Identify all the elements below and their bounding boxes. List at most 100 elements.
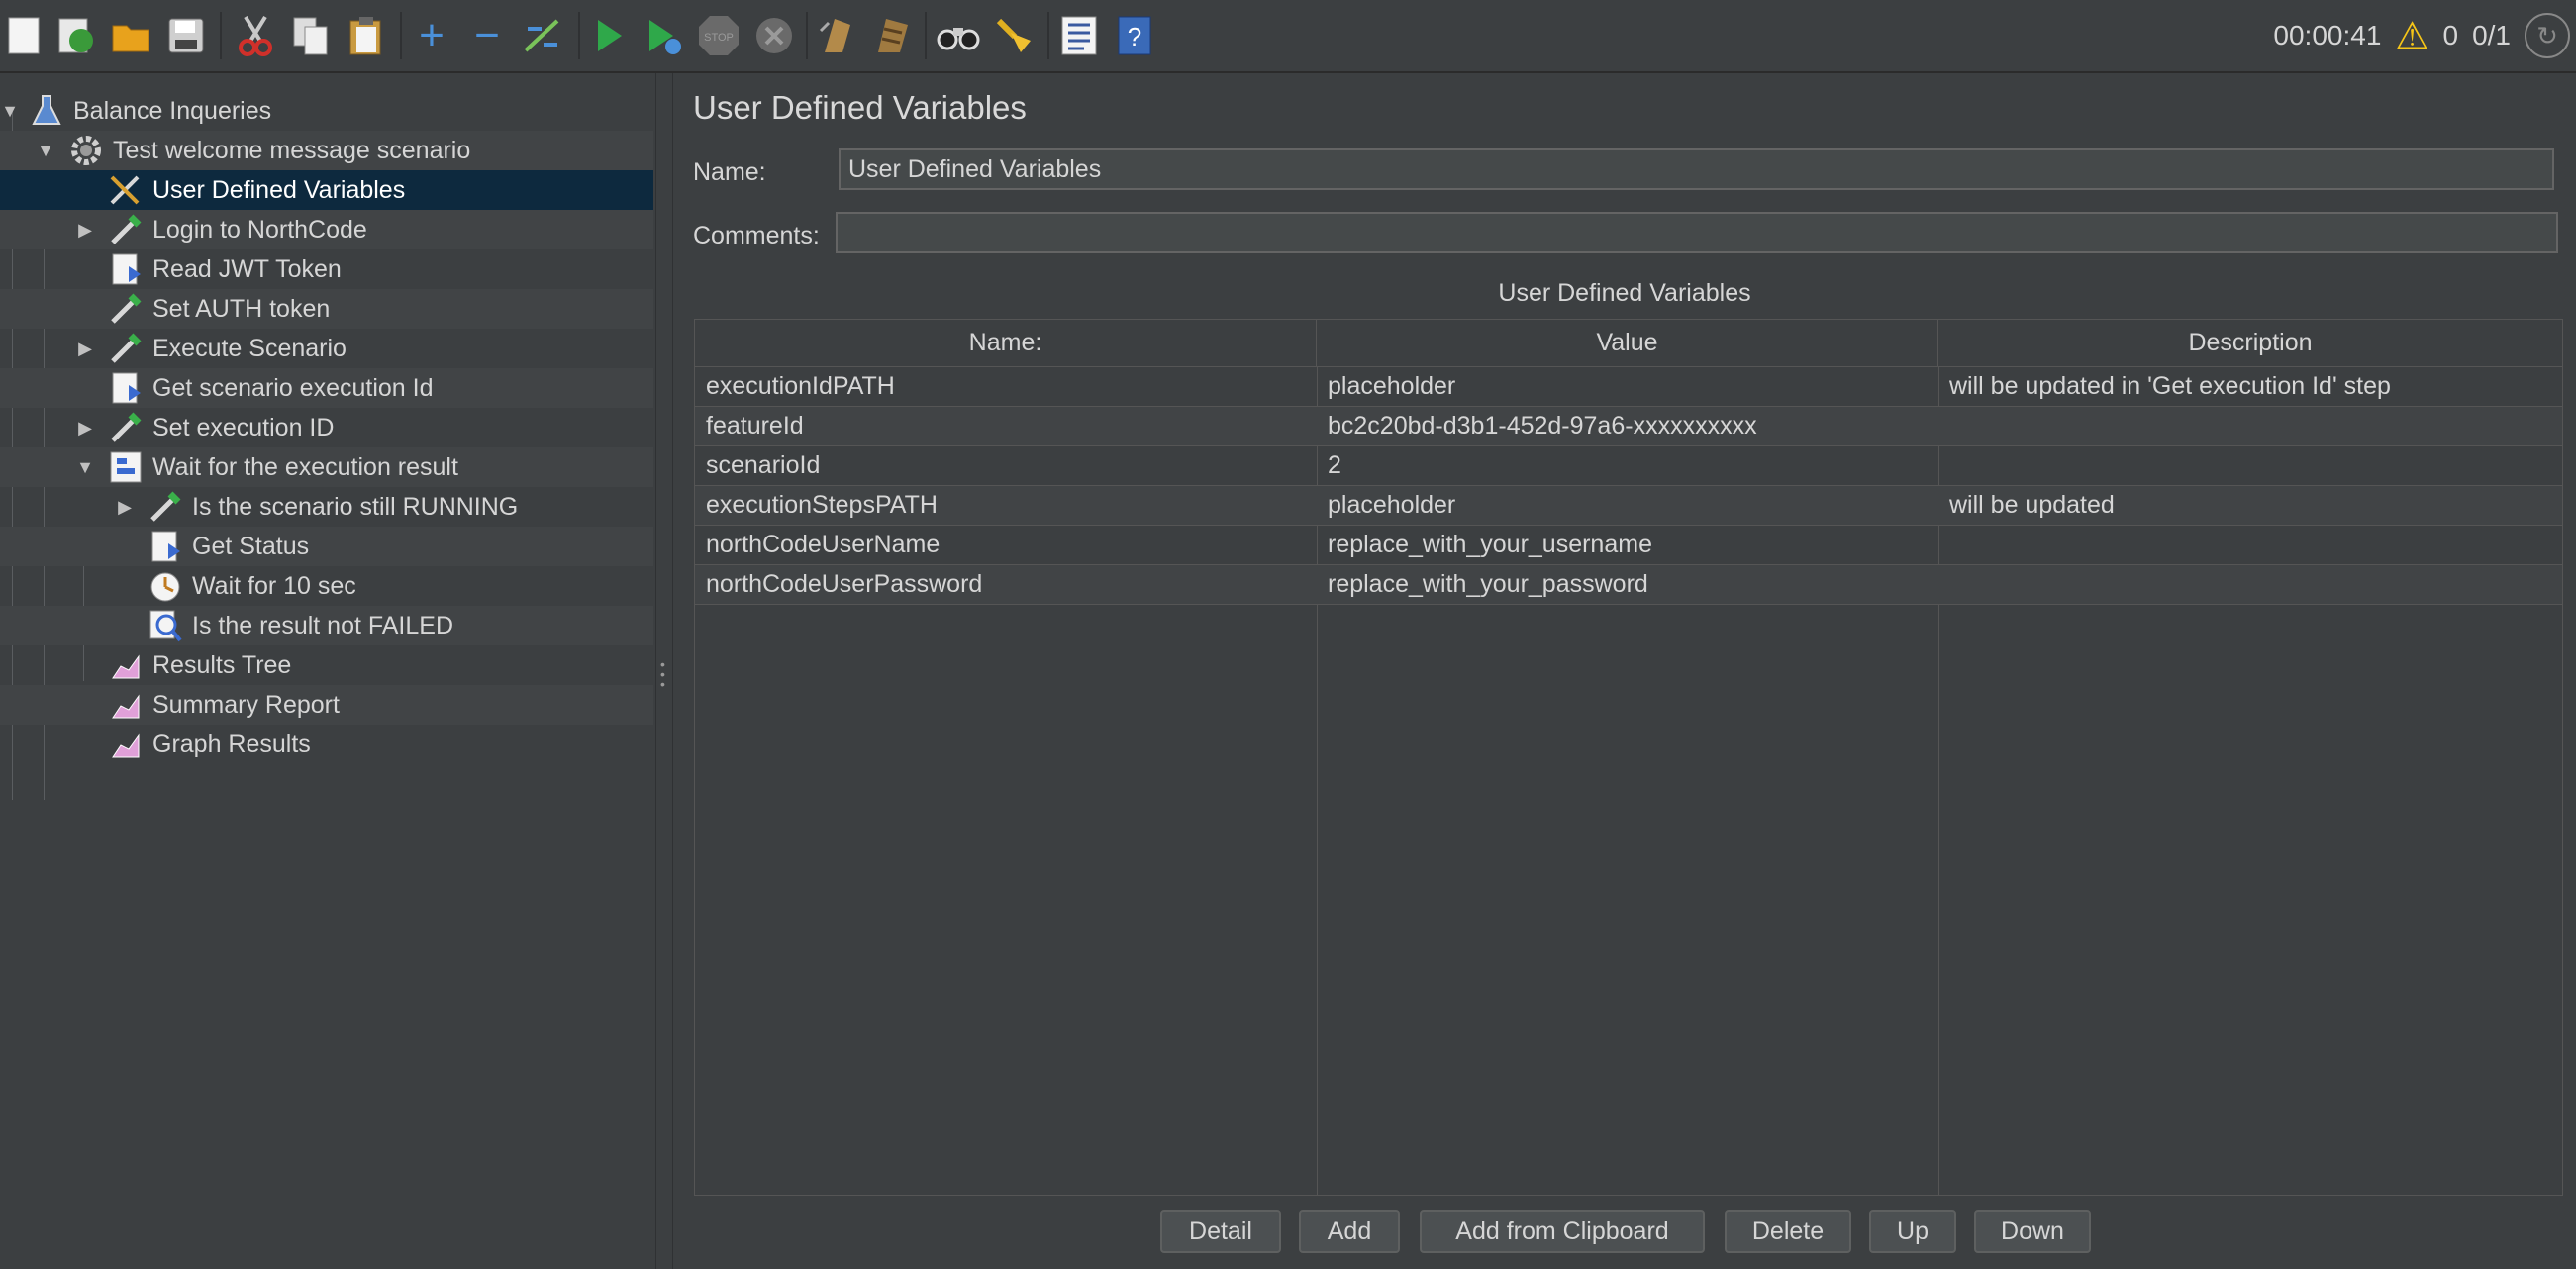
log-viewer-icon[interactable]: ↻ (2525, 13, 2570, 58)
table-row[interactable]: executionIdPATH placeholder will be upda… (695, 367, 2562, 407)
tree-item-set-auth[interactable]: Set AUTH token (0, 289, 653, 329)
paste-icon[interactable] (343, 10, 390, 61)
variable-name-cell[interactable]: scenarioId (695, 446, 820, 485)
tree-item-test-plan[interactable]: ▼ Balance Inqueries (0, 91, 653, 131)
templates-icon[interactable] (51, 10, 99, 61)
column-header-name[interactable]: Name: (695, 320, 1317, 367)
tree-item-get-execution-id[interactable]: Get scenario execution Id (0, 368, 653, 408)
tree-item-label: Get scenario execution Id (152, 373, 434, 402)
tree-item-login[interactable]: ▶ Login to NorthCode (0, 210, 653, 249)
open-icon[interactable] (107, 10, 154, 61)
script-icon (107, 251, 145, 287)
variable-name-cell[interactable]: executionIdPATH (695, 367, 895, 406)
variable-value-cell[interactable]: placeholder (1317, 486, 1455, 525)
down-button[interactable]: Down (1974, 1210, 2091, 1253)
variable-description-cell[interactable]: will be updated in 'Get execution Id' st… (1938, 367, 2391, 406)
start-icon[interactable] (584, 10, 632, 61)
gear-icon (67, 133, 105, 168)
tree-item-label: Read JWT Token (152, 254, 342, 283)
expand-icon[interactable]: + (408, 10, 455, 61)
variable-name-cell[interactable]: northCodeUserPassword (695, 565, 982, 604)
function-helper-icon[interactable] (1055, 10, 1103, 61)
new-icon[interactable] (0, 10, 48, 61)
column-header-description[interactable]: Description (1938, 320, 2562, 367)
tree-item-thread-group[interactable]: ▼ Test welcome message scenario (0, 131, 653, 170)
help-icon[interactable]: ? (1111, 10, 1158, 61)
search-icon[interactable] (935, 10, 982, 61)
tools-icon (107, 172, 145, 208)
shutdown-icon[interactable] (750, 10, 798, 61)
tree-item-label: Is the result not FAILED (192, 611, 454, 639)
tree-item-summary-report[interactable]: Summary Report (0, 685, 653, 725)
listener-icon (107, 647, 145, 683)
copy-icon[interactable] (287, 10, 335, 61)
tree-item-label: Results Tree (152, 650, 292, 679)
variable-description-cell[interactable] (1938, 526, 1949, 564)
flask-icon (28, 93, 65, 129)
up-button[interactable]: Up (1869, 1210, 1956, 1253)
tree-item-get-status[interactable]: Get Status (0, 527, 653, 566)
clear-icon[interactable] (814, 10, 861, 61)
tree-item-wait-for-result[interactable]: ▼ Wait for the execution result (0, 447, 653, 487)
table-row[interactable]: executionStepsPATH placeholder will be u… (695, 486, 2562, 526)
table-row[interactable]: northCodeUserName replace_with_your_user… (695, 526, 2562, 565)
start-no-pause-icon[interactable] (640, 10, 687, 61)
tree-item-execute-scenario[interactable]: ▶ Execute Scenario (0, 329, 653, 368)
variable-value-cell[interactable]: 2 (1317, 446, 1341, 485)
comments-field[interactable] (836, 212, 2558, 253)
delete-button[interactable]: Delete (1725, 1210, 1851, 1253)
variable-name-cell[interactable]: northCodeUserName (695, 526, 940, 564)
cut-icon[interactable] (232, 10, 279, 61)
tree-item-graph-results[interactable]: Graph Results (0, 725, 653, 764)
elapsed-timer: 00:00:41 (2273, 20, 2382, 50)
detail-button[interactable]: Detail (1160, 1210, 1281, 1253)
table-row[interactable]: scenarioId 2 (695, 446, 2562, 486)
clear-all-icon[interactable] (869, 10, 917, 61)
name-field[interactable] (839, 148, 2554, 190)
variable-value-cell[interactable]: placeholder (1317, 367, 1455, 406)
tree-item-read-jwt[interactable]: Read JWT Token (0, 249, 653, 289)
tree-item-set-execution-id[interactable]: ▶ Set execution ID (0, 408, 653, 447)
drag-handle-icon[interactable]: • • • (660, 657, 666, 691)
svg-text:STOP: STOP (704, 32, 734, 44)
tree-item-user-defined-variables[interactable]: User Defined Variables (0, 170, 653, 210)
listener-icon (107, 727, 145, 762)
variable-description-cell[interactable]: will be updated (1938, 486, 2115, 525)
collapse-arrow-icon[interactable]: ▼ (75, 457, 95, 478)
while-controller-icon (107, 449, 145, 485)
column-header-value[interactable]: Value (1317, 320, 1938, 367)
save-icon[interactable] (162, 10, 210, 61)
toggle-icon[interactable] (519, 10, 566, 61)
table-row[interactable]: northCodeUserPassword replace_with_your_… (695, 565, 2562, 605)
add-button[interactable]: Add (1299, 1210, 1400, 1253)
pipette-icon (147, 489, 184, 525)
variable-value-cell[interactable]: bc2c20bd-d3b1-452d-97a6-xxxxxxxxxx (1317, 407, 1757, 445)
collapse-arrow-icon[interactable]: ▼ (36, 141, 55, 161)
tree-item-wait-10-sec[interactable]: Wait for 10 sec (0, 566, 653, 606)
tree-item-is-running[interactable]: ▶ Is the scenario still RUNNING (0, 487, 653, 527)
expand-arrow-icon[interactable]: ▶ (115, 497, 135, 518)
variable-description-cell[interactable] (1938, 565, 1949, 604)
warning-icon[interactable]: ⚠ (2395, 14, 2428, 58)
reset-search-icon[interactable] (990, 10, 1038, 61)
collapse-icon[interactable]: − (463, 10, 511, 61)
expand-arrow-icon[interactable]: ▶ (75, 418, 95, 439)
script-icon (107, 370, 145, 406)
table-row[interactable]: featureId bc2c20bd-d3b1-452d-97a6-xxxxxx… (695, 407, 2562, 446)
tree-item-results-tree[interactable]: Results Tree (0, 645, 653, 685)
variable-description-cell[interactable] (1938, 407, 1949, 445)
variable-description-cell[interactable] (1938, 446, 1949, 485)
tree-item-not-failed[interactable]: Is the result not FAILED (0, 606, 653, 645)
expand-arrow-icon[interactable]: ▶ (75, 220, 95, 241)
variable-value-cell[interactable]: replace_with_your_password (1317, 565, 1648, 604)
element-panel: User Defined Variables Name: Comments: U… (673, 73, 2576, 1269)
variable-name-cell[interactable]: featureId (695, 407, 804, 445)
split-pane-divider[interactable]: • • • (655, 73, 673, 1269)
variable-value-cell[interactable]: replace_with_your_username (1317, 526, 1652, 564)
stop-icon[interactable]: STOP (695, 10, 743, 61)
add-from-clipboard-button[interactable]: Add from Clipboard (1420, 1210, 1705, 1253)
collapse-arrow-icon[interactable]: ▼ (0, 101, 20, 122)
table-caption: User Defined Variables (1498, 279, 1751, 307)
expand-arrow-icon[interactable]: ▶ (75, 339, 95, 359)
variable-name-cell[interactable]: executionStepsPATH (695, 486, 938, 525)
